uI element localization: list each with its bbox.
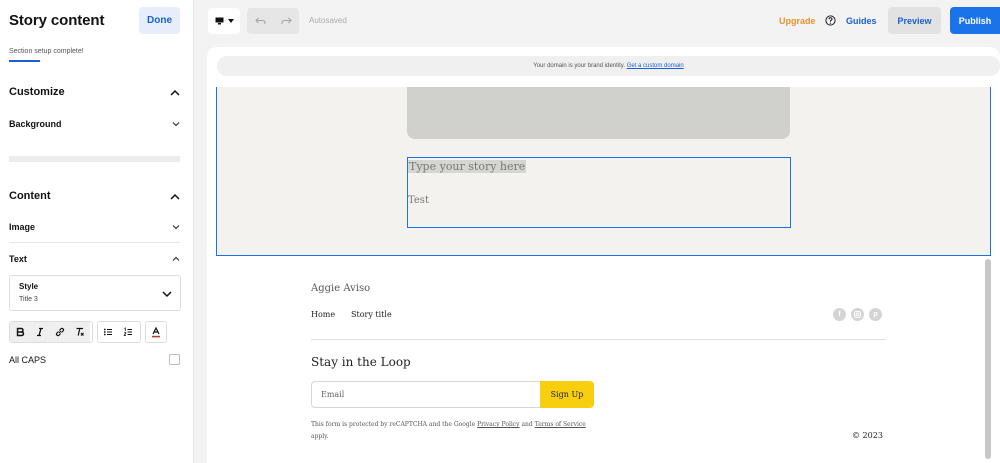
bullet-list-icon[interactable] <box>98 322 118 342</box>
chevron-up-icon[interactable] <box>170 88 180 98</box>
privacy-policy-link[interactable]: Privacy Policy <box>477 421 519 428</box>
recaptcha-notice: This form is protected by reCAPTCHA and … <box>311 419 611 443</box>
text-format-group <box>9 321 93 343</box>
chevron-up-icon[interactable] <box>170 192 180 202</box>
upgrade-link[interactable]: Upgrade <box>779 16 816 26</box>
bold-icon[interactable] <box>10 322 30 342</box>
style-label: Style <box>19 282 39 291</box>
publish-button[interactable]: Publish <box>950 7 1000 34</box>
image-row-label[interactable]: Image <box>9 222 35 232</box>
link-icon[interactable] <box>50 322 70 342</box>
domain-notice: Your domain is your brand identity. Get … <box>217 56 1000 76</box>
all-caps-label: All CAPS <box>9 355 47 365</box>
preview-button[interactable]: Preview <box>888 7 941 34</box>
redo-icon[interactable] <box>280 17 292 25</box>
story-text: Test <box>408 195 429 206</box>
undo-icon[interactable] <box>254 17 266 25</box>
domain-notice-text: Your domain is your brand identity. <box>533 63 626 69</box>
desktop-icon <box>215 17 223 25</box>
editor-root: { "panel": { "title": "Story content", "… <box>0 0 1000 463</box>
list-format-group <box>97 321 141 343</box>
customize-heading[interactable]: Customize <box>9 86 65 98</box>
copyright: © 2023 <box>852 431 883 440</box>
chevron-up-icon[interactable] <box>172 255 180 263</box>
site-preview-canvas: Your domain is your brand identity. Get … <box>207 47 1000 463</box>
clear-format-icon[interactable] <box>70 322 90 342</box>
text-color-icon[interactable] <box>146 322 166 342</box>
footer-nav-home[interactable]: Home <box>311 310 335 319</box>
terms-of-service-link[interactable]: Terms of Service <box>535 421 586 428</box>
style-value: Title 3 <box>19 296 38 303</box>
legal-text-start: This form is protected by reCAPTCHA and … <box>311 421 476 428</box>
footer-brand[interactable]: Aggie Aviso <box>311 283 370 294</box>
footer-divider <box>311 339 886 340</box>
story-placeholder: Type your story here <box>408 160 527 173</box>
history-controls <box>247 8 299 34</box>
facebook-icon[interactable]: f <box>833 308 846 321</box>
story-text-box[interactable]: Type your story here Test <box>407 157 791 228</box>
done-button[interactable]: Done <box>139 7 180 34</box>
device-selector[interactable] <box>208 8 240 34</box>
legal-text-end: apply. <box>311 433 329 440</box>
newsletter-email-input[interactable] <box>311 381 541 408</box>
story-content-panel: Story content Done Section setup complet… <box>0 0 194 463</box>
canvas-scrollbar[interactable] <box>985 259 991 459</box>
all-caps-checkbox[interactable] <box>169 354 180 365</box>
panel-title: Story content <box>9 12 105 29</box>
caret-down-icon <box>227 19 234 23</box>
chevron-down-icon[interactable] <box>172 223 180 231</box>
color-format-group <box>145 321 167 343</box>
custom-domain-link[interactable]: Get a custom domain <box>627 63 684 69</box>
newsletter-title: Stay in the Loop <box>311 355 411 369</box>
chevron-down-icon[interactable] <box>172 120 180 128</box>
setup-status: Section setup complete! <box>9 48 84 55</box>
content-heading[interactable]: Content <box>9 190 51 202</box>
footer-nav-story-title[interactable]: Story title <box>351 310 392 319</box>
guides-link[interactable]: Guides <box>846 16 877 26</box>
numbered-list-icon[interactable] <box>118 322 138 342</box>
style-dropdown[interactable]: Style Title 3 <box>9 275 181 311</box>
pinterest-icon[interactable]: p <box>869 308 882 321</box>
setup-progress-indicator <box>9 60 40 62</box>
sign-up-button[interactable]: Sign Up <box>540 381 594 408</box>
legal-text-and: and <box>521 421 533 428</box>
autosave-status: Autosaved <box>309 16 347 25</box>
chevron-down-icon <box>162 291 172 298</box>
section-divider <box>9 156 180 162</box>
story-image-placeholder[interactable] <box>407 87 790 139</box>
text-row-label[interactable]: Text <box>9 254 27 264</box>
instagram-icon[interactable] <box>851 308 864 321</box>
italic-icon[interactable] <box>30 322 50 342</box>
story-section[interactable]: Type your story here Test <box>216 87 991 256</box>
help-icon[interactable] <box>825 15 836 26</box>
background-row-label[interactable]: Background <box>9 119 62 129</box>
row-divider <box>9 242 180 243</box>
